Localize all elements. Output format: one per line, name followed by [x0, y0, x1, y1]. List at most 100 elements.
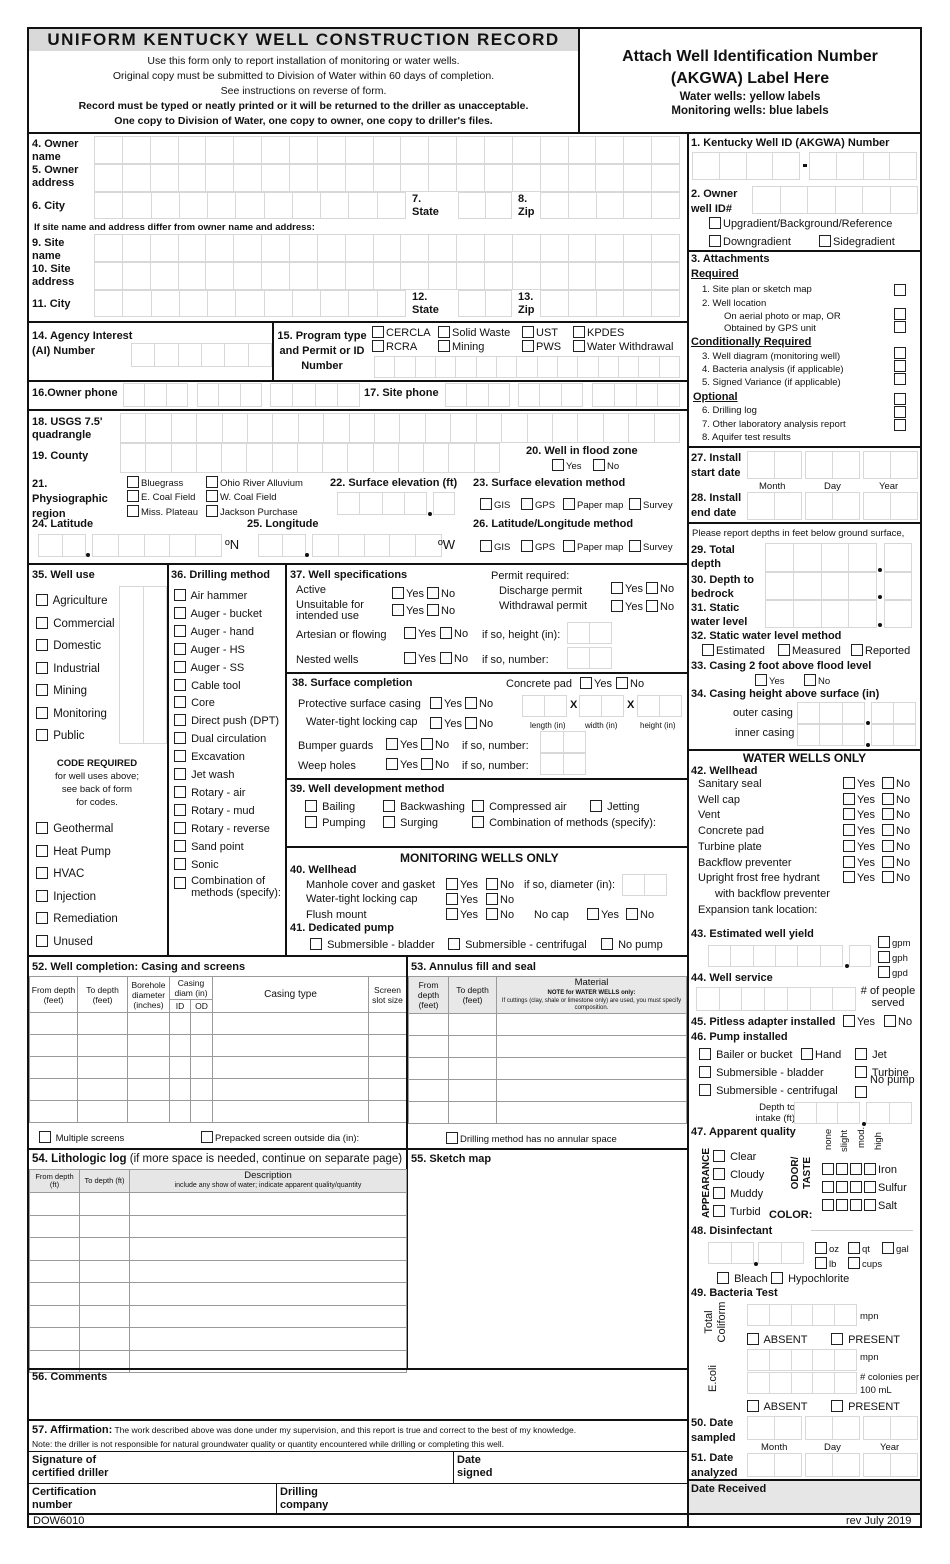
attachment-checkbox[interactable]: [894, 393, 906, 405]
dev-pumping[interactable]: Pumping: [305, 816, 365, 830]
inner-casing-decimal[interactable]: [871, 724, 916, 746]
coliform-present[interactable]: PRESENT: [831, 1333, 900, 1347]
latitude-degrees[interactable]: [38, 534, 86, 557]
site-phone-line[interactable]: [592, 383, 680, 407]
well-use-industrial[interactable]: Industrial: [36, 658, 115, 681]
odor-checkbox[interactable]: [822, 1163, 834, 1175]
method-measured[interactable]: Measured: [778, 644, 841, 658]
well-use-geothermal[interactable]: Geothermal: [36, 818, 118, 841]
no-checkbox[interactable]: [882, 871, 894, 884]
drilling-air-hammer[interactable]: Air hammer: [174, 588, 286, 606]
bumper-no[interactable]: No: [421, 738, 449, 752]
no-checkbox[interactable]: [882, 808, 894, 821]
date-sampled-day[interactable]: [805, 1416, 860, 1440]
protective-yes[interactable]: Yes: [430, 697, 462, 711]
table-row[interactable]: [29, 1192, 407, 1216]
table-row[interactable]: [29, 1327, 407, 1351]
static-water-level-field[interactable]: [765, 600, 877, 628]
state-field[interactable]: [458, 192, 512, 219]
sidegradient-option[interactable]: Sidegradient: [819, 235, 895, 249]
table-row[interactable]: [408, 1057, 687, 1080]
multiple-screens[interactable]: Multiple screens: [39, 1131, 124, 1145]
well-use-agriculture[interactable]: Agriculture: [36, 590, 115, 613]
program-option-water-withdrawal[interactable]: Water Withdrawal: [573, 340, 673, 354]
site-zip-field[interactable]: [540, 290, 680, 317]
drilling-auger-bucket[interactable]: Auger - bucket: [174, 606, 286, 624]
program-option-pws[interactable]: PWS: [522, 340, 561, 354]
odor-checkbox[interactable]: [836, 1163, 848, 1175]
unit-oz[interactable]: oz: [815, 1242, 839, 1256]
pump-jet[interactable]: Jet: [855, 1048, 887, 1062]
weep-yes[interactable]: Yes: [386, 758, 418, 772]
table-row[interactable]: [408, 1101, 687, 1124]
depth-bedrock-field[interactable]: [765, 572, 877, 600]
appearance-turbid[interactable]: Turbid: [713, 1205, 761, 1219]
drilling-core[interactable]: Core: [174, 695, 286, 713]
no-checkbox[interactable]: [882, 839, 894, 852]
longitude-decimal[interactable]: [312, 534, 442, 557]
drilling-dual-circulation[interactable]: Dual circulation: [174, 731, 286, 749]
drilling-auger-hand[interactable]: Auger - hand: [174, 624, 286, 642]
pump-bailer[interactable]: Bailer or bucket: [699, 1048, 793, 1062]
attachment-checkbox[interactable]: [894, 284, 906, 296]
county-field[interactable]: [120, 443, 500, 473]
table-row[interactable]: [29, 1304, 407, 1328]
drilling-jet-wash[interactable]: Jet wash: [174, 767, 286, 785]
yes-checkbox[interactable]: [843, 824, 855, 837]
attachment-checkbox[interactable]: [894, 373, 906, 385]
well-use-injection[interactable]: Injection: [36, 886, 118, 909]
concrete-pad-no[interactable]: No: [616, 677, 644, 691]
dev-combination[interactable]: Combination of methods (specify):: [472, 816, 656, 830]
latlon-method-survey[interactable]: Survey: [629, 540, 673, 554]
unit-gpd[interactable]: gpd: [878, 966, 908, 980]
odor-checkbox[interactable]: [822, 1199, 834, 1211]
odor-checkbox[interactable]: [864, 1181, 876, 1193]
program-option-ust[interactable]: UST: [522, 326, 558, 340]
inner-casing-field[interactable]: [797, 724, 865, 746]
odor-checkbox[interactable]: [850, 1181, 862, 1193]
well-service-field[interactable]: [696, 987, 856, 1011]
region-jackson-purchase[interactable]: Jackson Purchase: [206, 505, 298, 519]
attachment-checkbox[interactable]: [894, 360, 906, 372]
yes-checkbox[interactable]: [843, 839, 855, 852]
attachment-checkbox[interactable]: [894, 308, 906, 320]
owner-name-field[interactable]: [94, 136, 680, 164]
depth-intake-decimal[interactable]: [866, 1102, 912, 1124]
nested-no[interactable]: No: [440, 652, 468, 666]
table-row[interactable]: [29, 1259, 407, 1283]
pump-no-pump[interactable]: No pump: [601, 938, 663, 952]
unit-gph[interactable]: gph: [878, 951, 908, 965]
disinfectant-bleach[interactable]: Bleach: [717, 1272, 768, 1286]
dev-surging[interactable]: Surging: [383, 816, 438, 830]
odor-checkbox[interactable]: [822, 1181, 834, 1193]
table-row[interactable]: [408, 1035, 687, 1058]
odor-checkbox[interactable]: [850, 1163, 862, 1175]
no-cap-yes[interactable]: Yes: [587, 908, 619, 922]
signature-field[interactable]: [125, 1453, 453, 1483]
withdrawal-no[interactable]: No: [646, 600, 674, 614]
outer-casing-field[interactable]: [797, 702, 865, 724]
pad-width-field[interactable]: [579, 695, 624, 717]
well-use-monitoring[interactable]: Monitoring: [36, 703, 115, 726]
weep-number-field[interactable]: [540, 753, 586, 775]
pump-no-pump-checkbox[interactable]: [855, 1086, 867, 1098]
sketch-map-area[interactable]: [408, 1168, 687, 1368]
unsuitable-yes[interactable]: Yes: [392, 604, 424, 618]
drilling-sonic[interactable]: Sonic: [174, 857, 286, 875]
drilling-excavation[interactable]: Excavation: [174, 749, 286, 767]
region-bluegrass[interactable]: Bluegrass: [127, 476, 183, 490]
program-option-kpdes[interactable]: KPDES: [573, 326, 624, 340]
site-city-field[interactable]: [94, 290, 406, 317]
surface-elevation-field[interactable]: [337, 492, 427, 515]
pitless-no[interactable]: No: [884, 1015, 912, 1029]
appearance-clear[interactable]: Clear: [713, 1150, 756, 1164]
install-start-year[interactable]: [863, 451, 918, 479]
latitude-decimal[interactable]: [92, 534, 222, 557]
well-use-remediation[interactable]: Remediation: [36, 908, 118, 931]
usgs-quadrangle-field[interactable]: [120, 413, 680, 443]
disinfectant-hypochlorite[interactable]: Hypochlorite: [771, 1272, 849, 1286]
yes-checkbox[interactable]: [843, 855, 855, 868]
owner-phone-prefix[interactable]: [197, 383, 262, 407]
concrete-pad-yes[interactable]: Yes: [580, 677, 612, 691]
odor-checkbox[interactable]: [864, 1163, 876, 1175]
